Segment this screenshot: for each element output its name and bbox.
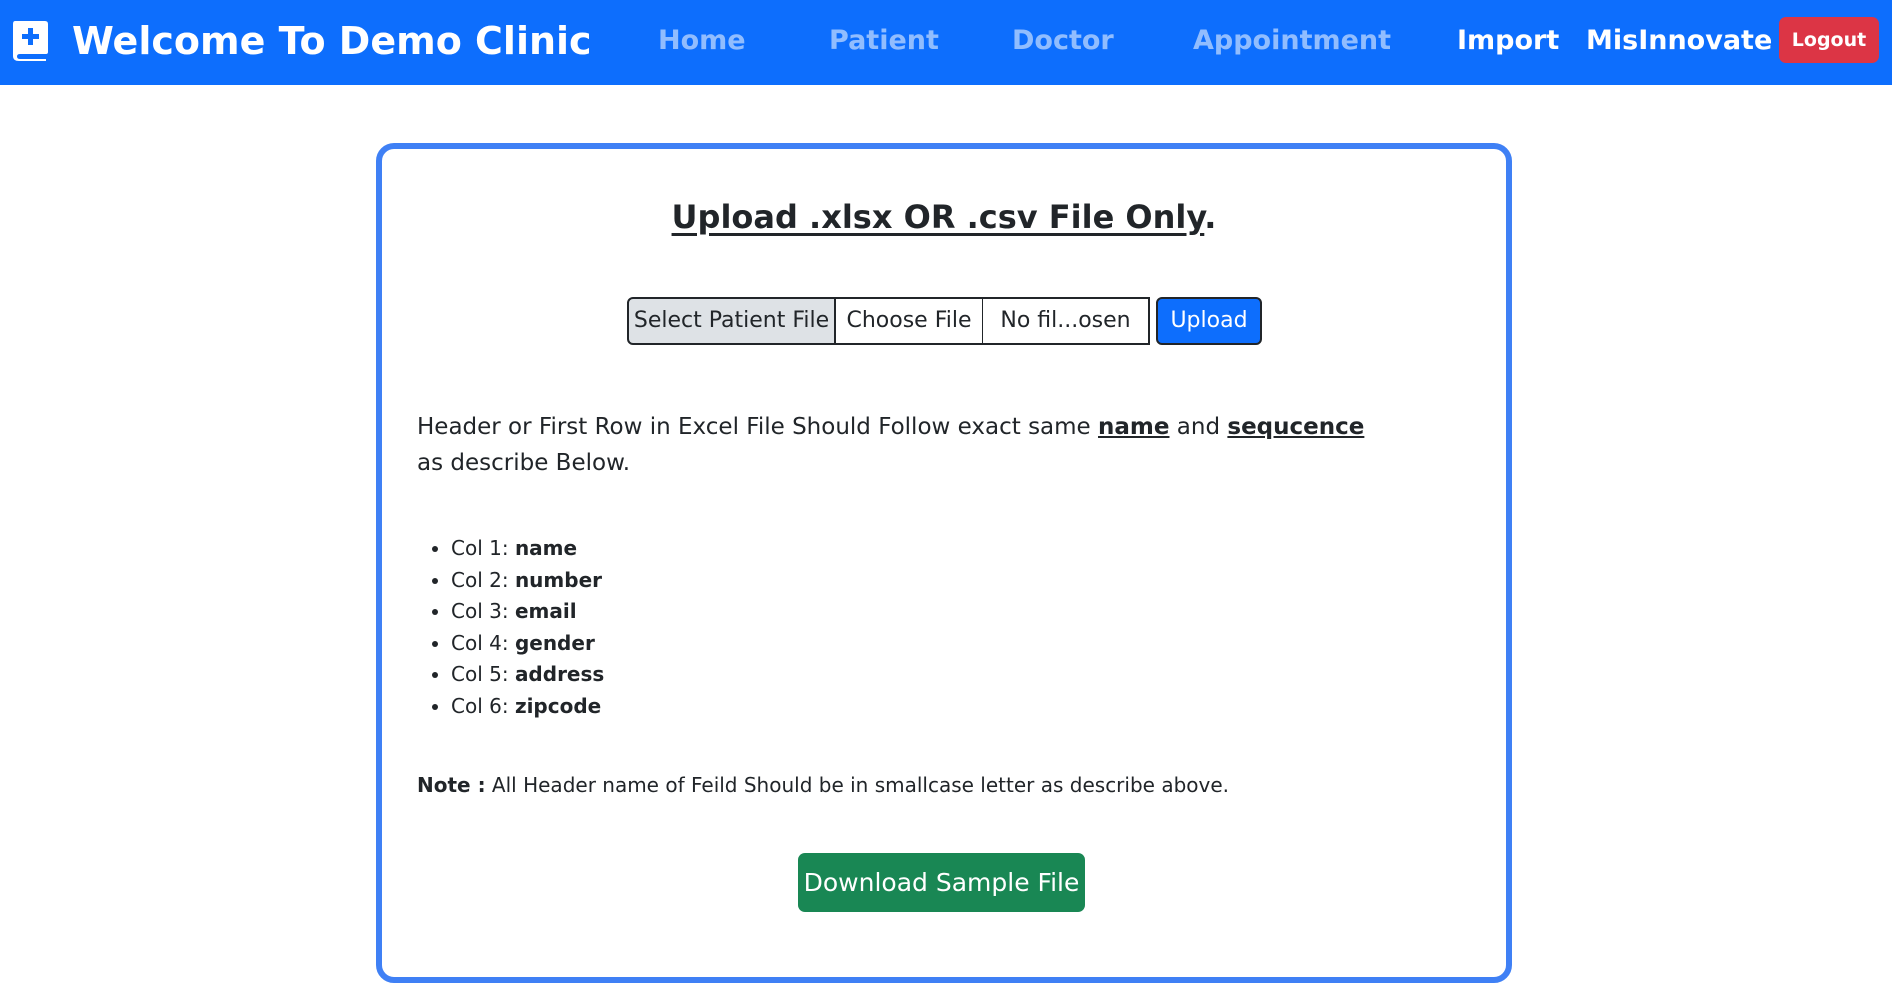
nav-appointment[interactable]: Appointment	[1193, 22, 1391, 60]
note-label: Note :	[417, 773, 486, 797]
list-item: Col 3: email	[451, 596, 604, 628]
navbar: Welcome To Demo Clinic Home Patient Doct…	[0, 0, 1892, 85]
column-prefix: Col 5:	[451, 662, 515, 686]
nav-import[interactable]: Import	[1457, 22, 1559, 60]
column-prefix: Col 3:	[451, 599, 515, 623]
file-name-display[interactable]: No fil...osen	[982, 297, 1150, 345]
brand-title[interactable]: Welcome To Demo Clinic	[72, 18, 592, 64]
upload-title-suffix: .	[1204, 198, 1217, 236]
list-item: Col 6: zipcode	[451, 691, 604, 723]
column-prefix: Col 4:	[451, 630, 515, 655]
column-name: number	[514, 567, 602, 592]
upload-title: Upload .xlsx OR .csv File Only.	[382, 196, 1506, 238]
note: Note : All Header name of Feild Should b…	[417, 771, 1229, 799]
column-name: zipcode	[514, 693, 602, 718]
choose-file-button[interactable]: Choose File	[834, 297, 984, 345]
instructions-text-2: as describe Below.	[417, 450, 631, 476]
list-item: Col 4: gender	[451, 628, 604, 660]
nav-patient[interactable]: Patient	[829, 22, 939, 60]
header-instructions: Header or First Row in Excel File Should…	[417, 409, 1397, 481]
upload-card: Upload .xlsx OR .csv File Only. Select P…	[376, 143, 1512, 983]
column-prefix: Col 6:	[451, 693, 515, 718]
nav-misinnovate[interactable]: MisInnovate	[1586, 22, 1772, 60]
column-name: email	[514, 599, 577, 623]
column-name: address	[514, 662, 605, 686]
instructions-text-1: Header or First Row in Excel File Should…	[417, 414, 1099, 440]
nav-home[interactable]: Home	[658, 22, 746, 60]
medical-book-icon[interactable]	[11, 19, 49, 61]
select-file-label: Select Patient File	[627, 297, 836, 345]
column-prefix: Col 2:	[451, 567, 515, 592]
download-sample-button[interactable]: Download Sample File	[798, 853, 1085, 912]
upload-title-text: Upload .xlsx OR .csv File Only	[671, 198, 1205, 236]
column-list: Col 1: name Col 2: number Col 3: email C…	[417, 533, 604, 722]
name-keyword: name	[1098, 414, 1170, 440]
column-name: name	[514, 536, 578, 560]
column-name: gender	[514, 630, 595, 655]
logout-button[interactable]: Logout	[1779, 17, 1879, 63]
column-prefix: Col 1:	[451, 536, 515, 560]
instructions-and: and	[1169, 414, 1228, 440]
list-item: Col 1: name	[451, 533, 604, 565]
upload-button[interactable]: Upload	[1156, 297, 1262, 345]
sequence-keyword: sequcence	[1227, 414, 1365, 440]
nav-doctor[interactable]: Doctor	[1012, 22, 1114, 60]
list-item: Col 5: address	[451, 659, 604, 691]
note-text: All Header name of Feild Should be in sm…	[485, 773, 1230, 797]
list-item: Col 2: number	[451, 565, 604, 597]
